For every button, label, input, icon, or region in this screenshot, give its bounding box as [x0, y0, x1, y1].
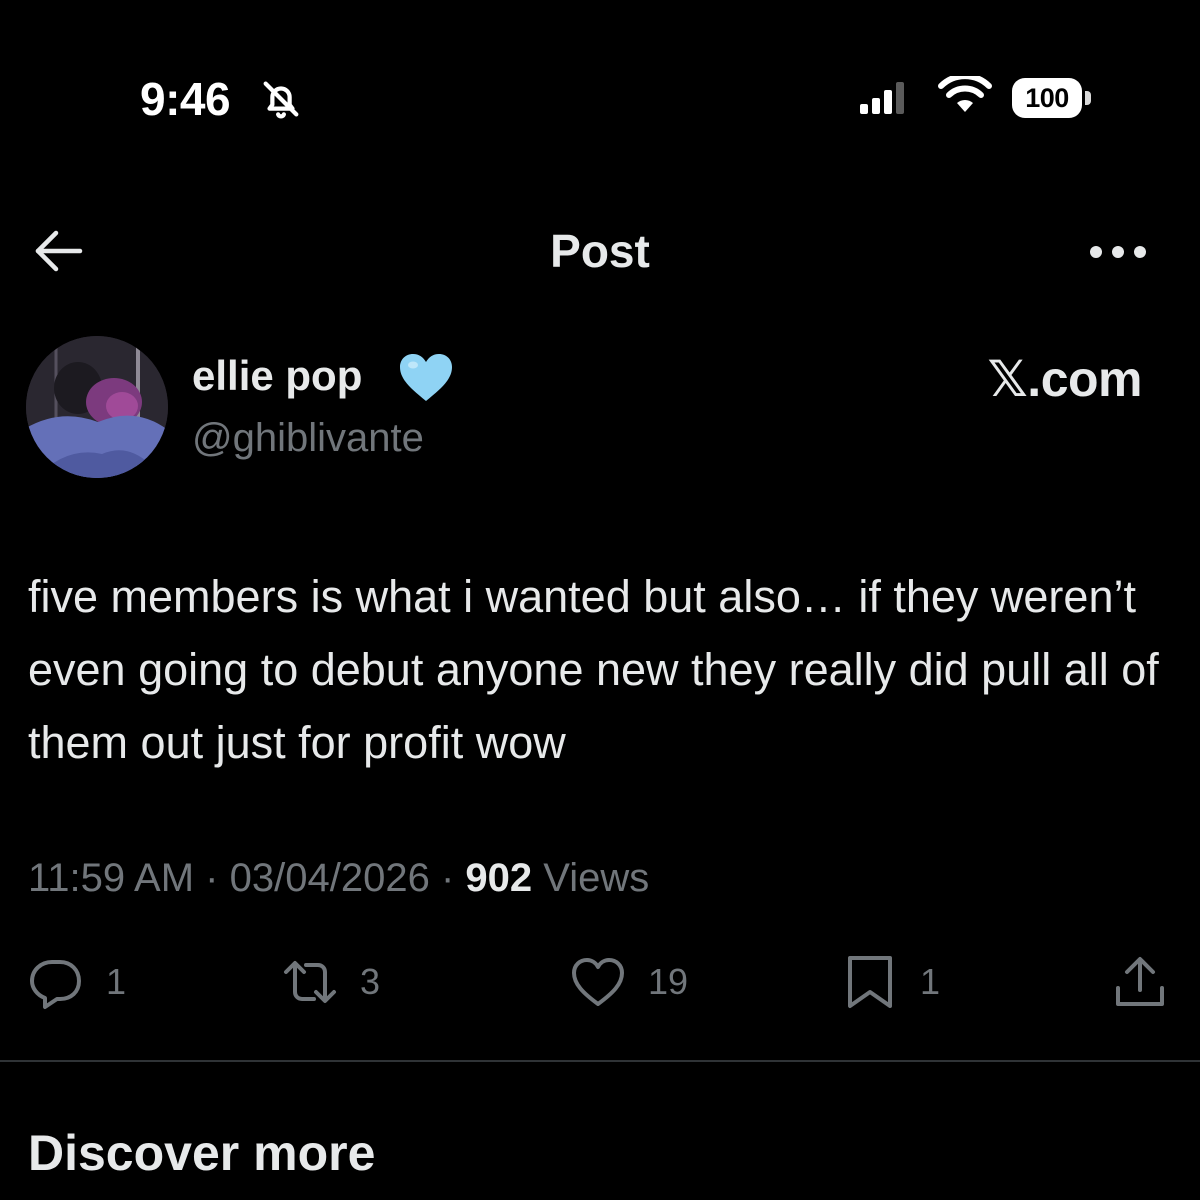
reply-count: 1: [106, 961, 127, 1002]
discover-more-heading: Discover more: [28, 1125, 376, 1181]
wifi-icon: [938, 76, 992, 112]
battery-cap: [1085, 91, 1091, 105]
like-button[interactable]: 19: [570, 954, 688, 1010]
display-name[interactable]: ellie pop: [192, 352, 362, 400]
share-icon: [1116, 957, 1164, 1006]
views-count[interactable]: 902: [465, 856, 532, 900]
repost-icon: [284, 961, 336, 1003]
section-divider: [0, 1060, 1200, 1062]
bell-slash-icon: [263, 81, 299, 119]
battery-icon: 100: [1012, 78, 1082, 118]
avatar[interactable]: [26, 336, 168, 478]
page-title: Post: [550, 225, 650, 277]
reply-button[interactable]: 1: [28, 954, 126, 1010]
views-label: Views: [543, 856, 650, 900]
post-screen: 9:46 100 Post ellie pop @ghiblivante 𝕏.c…: [0, 0, 1200, 1200]
avatar-image: [26, 336, 168, 478]
repost-button[interactable]: 3: [282, 954, 380, 1010]
reply-icon: [30, 960, 81, 1009]
heart-icon: [572, 958, 624, 1006]
source-label: 𝕏.com: [987, 351, 1143, 407]
signal-icon: [860, 82, 904, 114]
bookmark-button[interactable]: 1: [842, 954, 940, 1010]
post-time: 11:59 AM: [28, 856, 195, 900]
meta-separator: ·: [440, 856, 455, 900]
like-count: 19: [648, 961, 689, 1002]
user-handle[interactable]: @ghiblivante: [192, 416, 424, 461]
post-text: five members is what i wanted but also… …: [28, 571, 1159, 768]
repost-count: 3: [360, 961, 381, 1002]
meta-separator: ·: [205, 856, 219, 900]
light-blue-heart-icon: [400, 354, 452, 401]
bookmark-icon: [848, 956, 892, 1008]
bookmark-count: 1: [920, 961, 941, 1002]
share-button[interactable]: [1112, 954, 1168, 1010]
more-horizontal-icon[interactable]: [1088, 242, 1148, 262]
status-time: 9:46: [140, 73, 231, 125]
post-meta: 11:59 AM · 03/04/2026 · 902 Views: [28, 856, 649, 901]
post-date: 03/04/2026: [229, 856, 430, 900]
